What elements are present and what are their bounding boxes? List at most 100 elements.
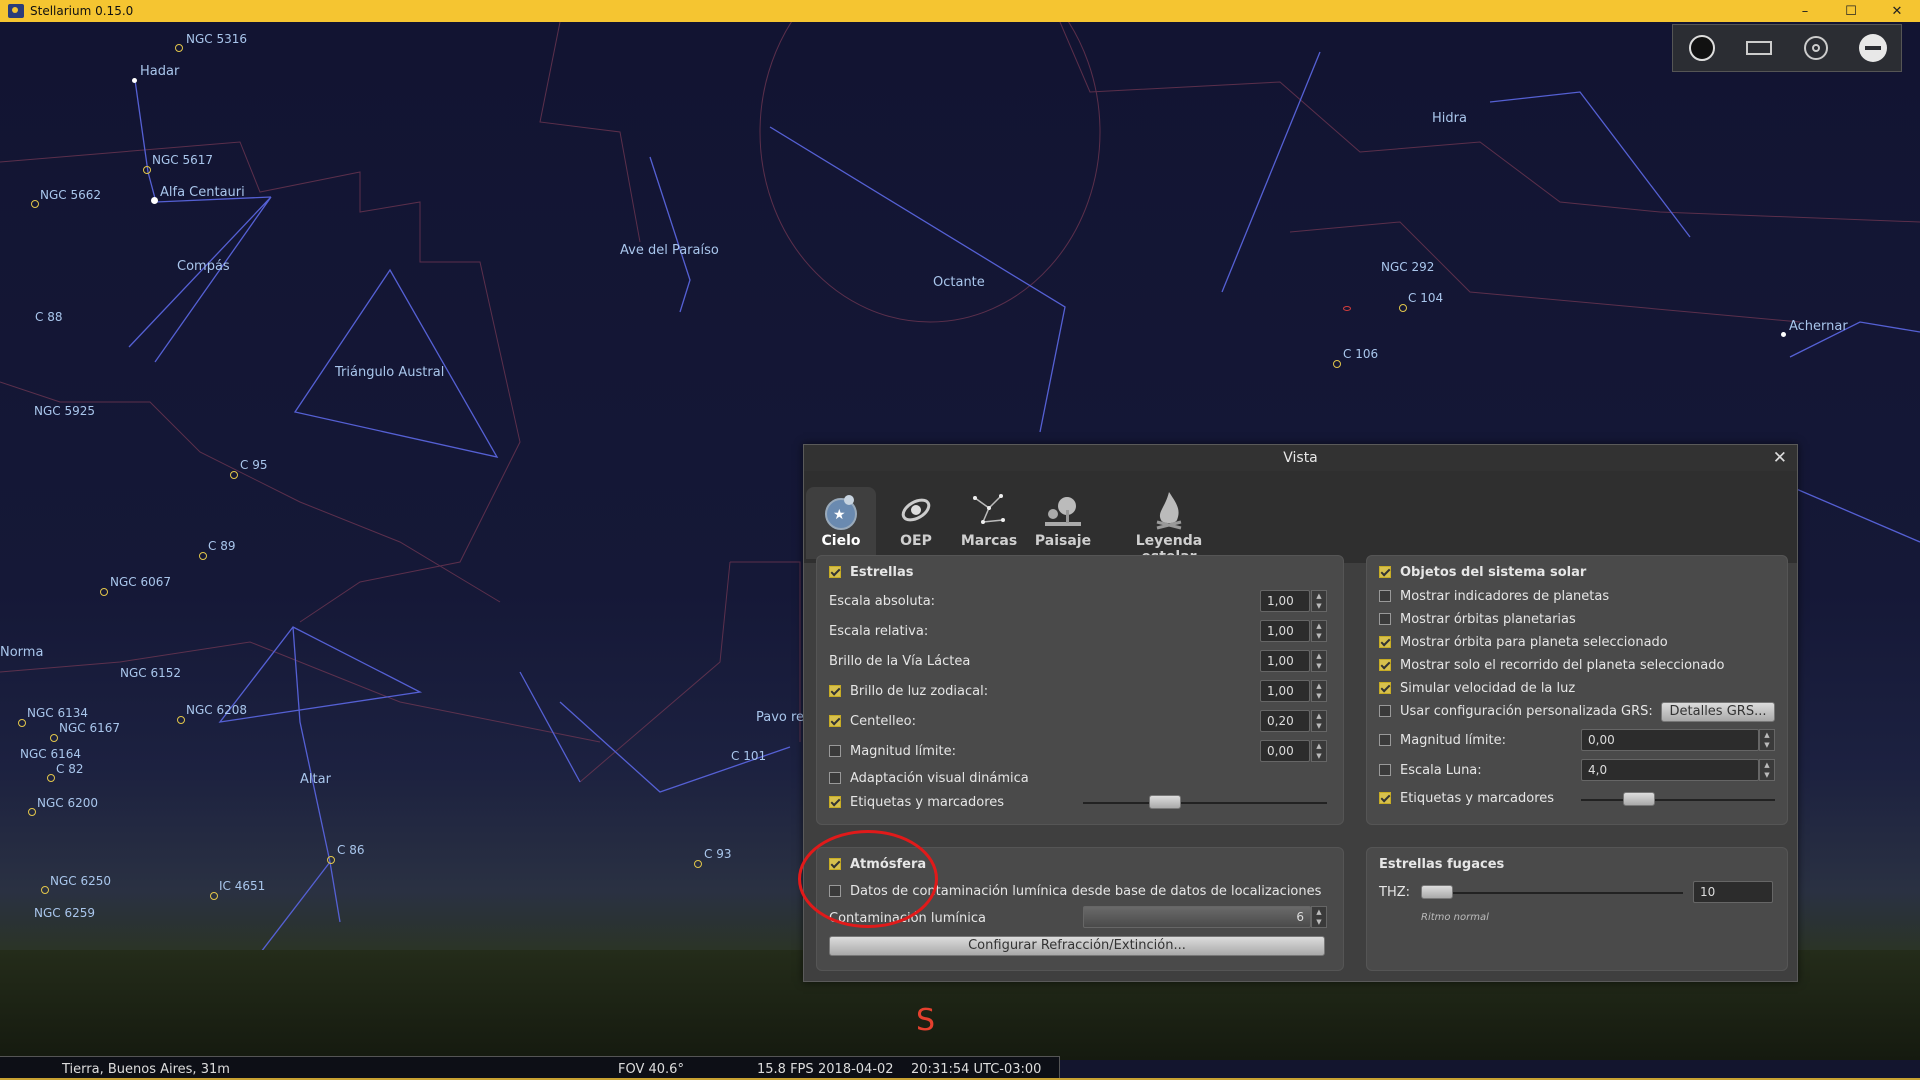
svg-text:★: ★ <box>833 507 846 523</box>
solar-labels-checkbox[interactable] <box>1379 792 1391 804</box>
dso-marker[interactable] <box>230 471 238 479</box>
refraction-extinction-button[interactable]: Configurar Refracción/Extinción... <box>829 936 1325 956</box>
dialog-tabs: ★ Cielo OEP Marcas Paisaje Leyenda <box>804 471 1797 565</box>
status-date: 2018-04-02 <box>818 1062 894 1077</box>
dso-marker[interactable] <box>1333 360 1341 368</box>
light-pollution-spinbox[interactable]: 6 <box>1083 906 1311 928</box>
tab-oep[interactable]: OEP <box>886 487 946 559</box>
zodiacal-arrows[interactable]: ▲ ▼ <box>1311 680 1327 702</box>
relative-scale-arrows[interactable]: ▲ ▼ <box>1311 620 1327 642</box>
star-limit-mag-arrows[interactable]: ▲ ▼ <box>1311 740 1327 762</box>
solar-item-label: Mostrar indicadores de planetas <box>1400 588 1610 604</box>
moon-scale-spinbox[interactable]: 4,0 <box>1581 759 1759 781</box>
landscape-icon <box>1030 487 1096 533</box>
moon-scale-checkbox[interactable] <box>1379 764 1391 776</box>
dso-marker[interactable] <box>18 719 26 727</box>
dso-marker[interactable] <box>28 808 36 816</box>
moon-scale-label: Escala Luna: <box>1400 762 1482 778</box>
star-alfa-centauri[interactable] <box>151 197 158 204</box>
light-pollution-arrows[interactable]: ▲ ▼ <box>1311 906 1327 928</box>
zhr-slider-handle[interactable] <box>1421 885 1453 899</box>
dso-marker[interactable] <box>31 200 39 208</box>
solar-limit-mag-arrows[interactable]: ▲ ▼ <box>1759 729 1775 751</box>
tab-cielo[interactable]: ★ Cielo <box>806 487 876 559</box>
selected-trail-checkbox[interactable] <box>1379 659 1391 671</box>
solar-limit-mag-label: Magnitud límite: <box>1400 732 1506 748</box>
moon-scale-arrows[interactable]: ▲ ▼ <box>1759 759 1775 781</box>
target-icon[interactable] <box>1800 32 1832 64</box>
grs-checkbox[interactable] <box>1379 705 1391 717</box>
maximize-button[interactable]: ☐ <box>1828 0 1874 22</box>
twinkle-checkbox[interactable] <box>829 715 841 727</box>
dso-marker[interactable] <box>175 44 183 52</box>
planet-markers-checkbox[interactable] <box>1379 590 1391 602</box>
dso-marker[interactable] <box>199 552 207 560</box>
absolute-scale-arrows[interactable]: ▲ ▼ <box>1311 590 1327 612</box>
star-labels-slider-track[interactable] <box>1083 802 1327 804</box>
dso-label: IC 4651 <box>219 879 266 893</box>
absolute-scale-spinbox[interactable]: 1,00 <box>1260 590 1310 612</box>
minimize-button[interactable]: – <box>1782 0 1828 22</box>
twinkle-spinbox[interactable]: 0,20 <box>1260 710 1310 732</box>
sky-icon: ★ <box>806 487 876 533</box>
tab-leyenda-estelar[interactable]: Leyenda estelar <box>1106 487 1232 565</box>
window-title: Stellarium 0.15.0 <box>30 4 134 18</box>
dso-marker[interactable] <box>47 774 55 782</box>
dso-label: NGC 292 <box>1381 260 1435 274</box>
zhr-slider-track[interactable] <box>1421 892 1683 894</box>
exit-icon[interactable] <box>1857 32 1889 64</box>
grs-details-button[interactable]: Detalles GRS... <box>1661 702 1775 722</box>
star-achernar[interactable] <box>1781 332 1786 337</box>
milky-way-spinbox[interactable]: 1,00 <box>1260 650 1310 672</box>
twinkle-arrows[interactable]: ▲ ▼ <box>1311 710 1327 732</box>
dialog-close-button[interactable]: ✕ <box>1773 448 1787 468</box>
selected-orbit-checkbox[interactable] <box>1379 636 1391 648</box>
shooting-stars-pane: Estrellas fugaces THZ: 10 Ritmo normal <box>1366 847 1788 971</box>
solar-labels-label: Etiquetas y marcadores <box>1400 790 1555 806</box>
solar-system-checkbox[interactable] <box>1379 566 1391 578</box>
dso-marker[interactable] <box>143 166 151 174</box>
adaptation-label: Adaptación visual dinámica <box>850 770 1029 786</box>
moon-icon[interactable] <box>1686 32 1718 64</box>
solar-limit-mag-checkbox[interactable] <box>1379 734 1391 746</box>
stars-header-row[interactable]: Estrellas <box>829 562 1331 582</box>
star-limit-mag-checkbox[interactable] <box>829 745 841 757</box>
star-hadar[interactable] <box>132 78 137 83</box>
status-fps: 15.8 FPS <box>757 1062 814 1077</box>
dso-label: NGC 6167 <box>59 721 121 735</box>
dso-marker[interactable] <box>177 716 185 724</box>
adaptation-checkbox[interactable] <box>829 772 841 784</box>
planet-orbits-checkbox[interactable] <box>1379 613 1391 625</box>
solar-system-header: Objetos del sistema solar <box>1400 564 1587 580</box>
dso-label: NGC 6250 <box>50 874 112 888</box>
tab-paisaje[interactable]: Paisaje <box>1030 487 1096 559</box>
dso-label: C 95 <box>240 458 268 472</box>
zodiacal-checkbox[interactable] <box>829 685 841 697</box>
dso-marker[interactable] <box>100 588 108 596</box>
dso-marker[interactable] <box>327 856 335 864</box>
milky-way-arrows[interactable]: ▲ ▼ <box>1311 650 1327 672</box>
dso-label: C 86 <box>337 843 365 857</box>
close-window-button[interactable]: ✕ <box>1874 0 1920 22</box>
dso-marker[interactable] <box>210 892 218 900</box>
constellation-label: Compás <box>177 259 230 274</box>
screen-icon[interactable] <box>1743 32 1775 64</box>
star-labels-checkbox[interactable] <box>829 796 841 808</box>
dso-marker[interactable] <box>50 734 58 742</box>
stars-checkbox[interactable] <box>829 566 841 578</box>
dialog-title: Vista <box>804 445 1797 471</box>
star-limit-mag-spinbox[interactable]: 0,00 <box>1260 740 1310 762</box>
solar-labels-slider-track[interactable] <box>1581 799 1775 801</box>
star-labels-slider-handle[interactable] <box>1149 795 1181 809</box>
light-speed-checkbox[interactable] <box>1379 682 1391 694</box>
dso-marker[interactable] <box>41 886 49 894</box>
planet-marker[interactable] <box>1343 306 1351 311</box>
relative-scale-spinbox[interactable]: 1,00 <box>1260 620 1310 642</box>
zodiacal-spinbox[interactable]: 1,00 <box>1260 680 1310 702</box>
solar-labels-slider-handle[interactable] <box>1623 792 1655 806</box>
zhr-value-field[interactable]: 10 <box>1693 881 1773 903</box>
solar-limit-mag-spinbox[interactable]: 0,00 <box>1581 729 1759 751</box>
tab-marcas[interactable]: Marcas <box>956 487 1022 559</box>
dso-marker[interactable] <box>694 860 702 868</box>
dso-marker[interactable] <box>1399 304 1407 312</box>
